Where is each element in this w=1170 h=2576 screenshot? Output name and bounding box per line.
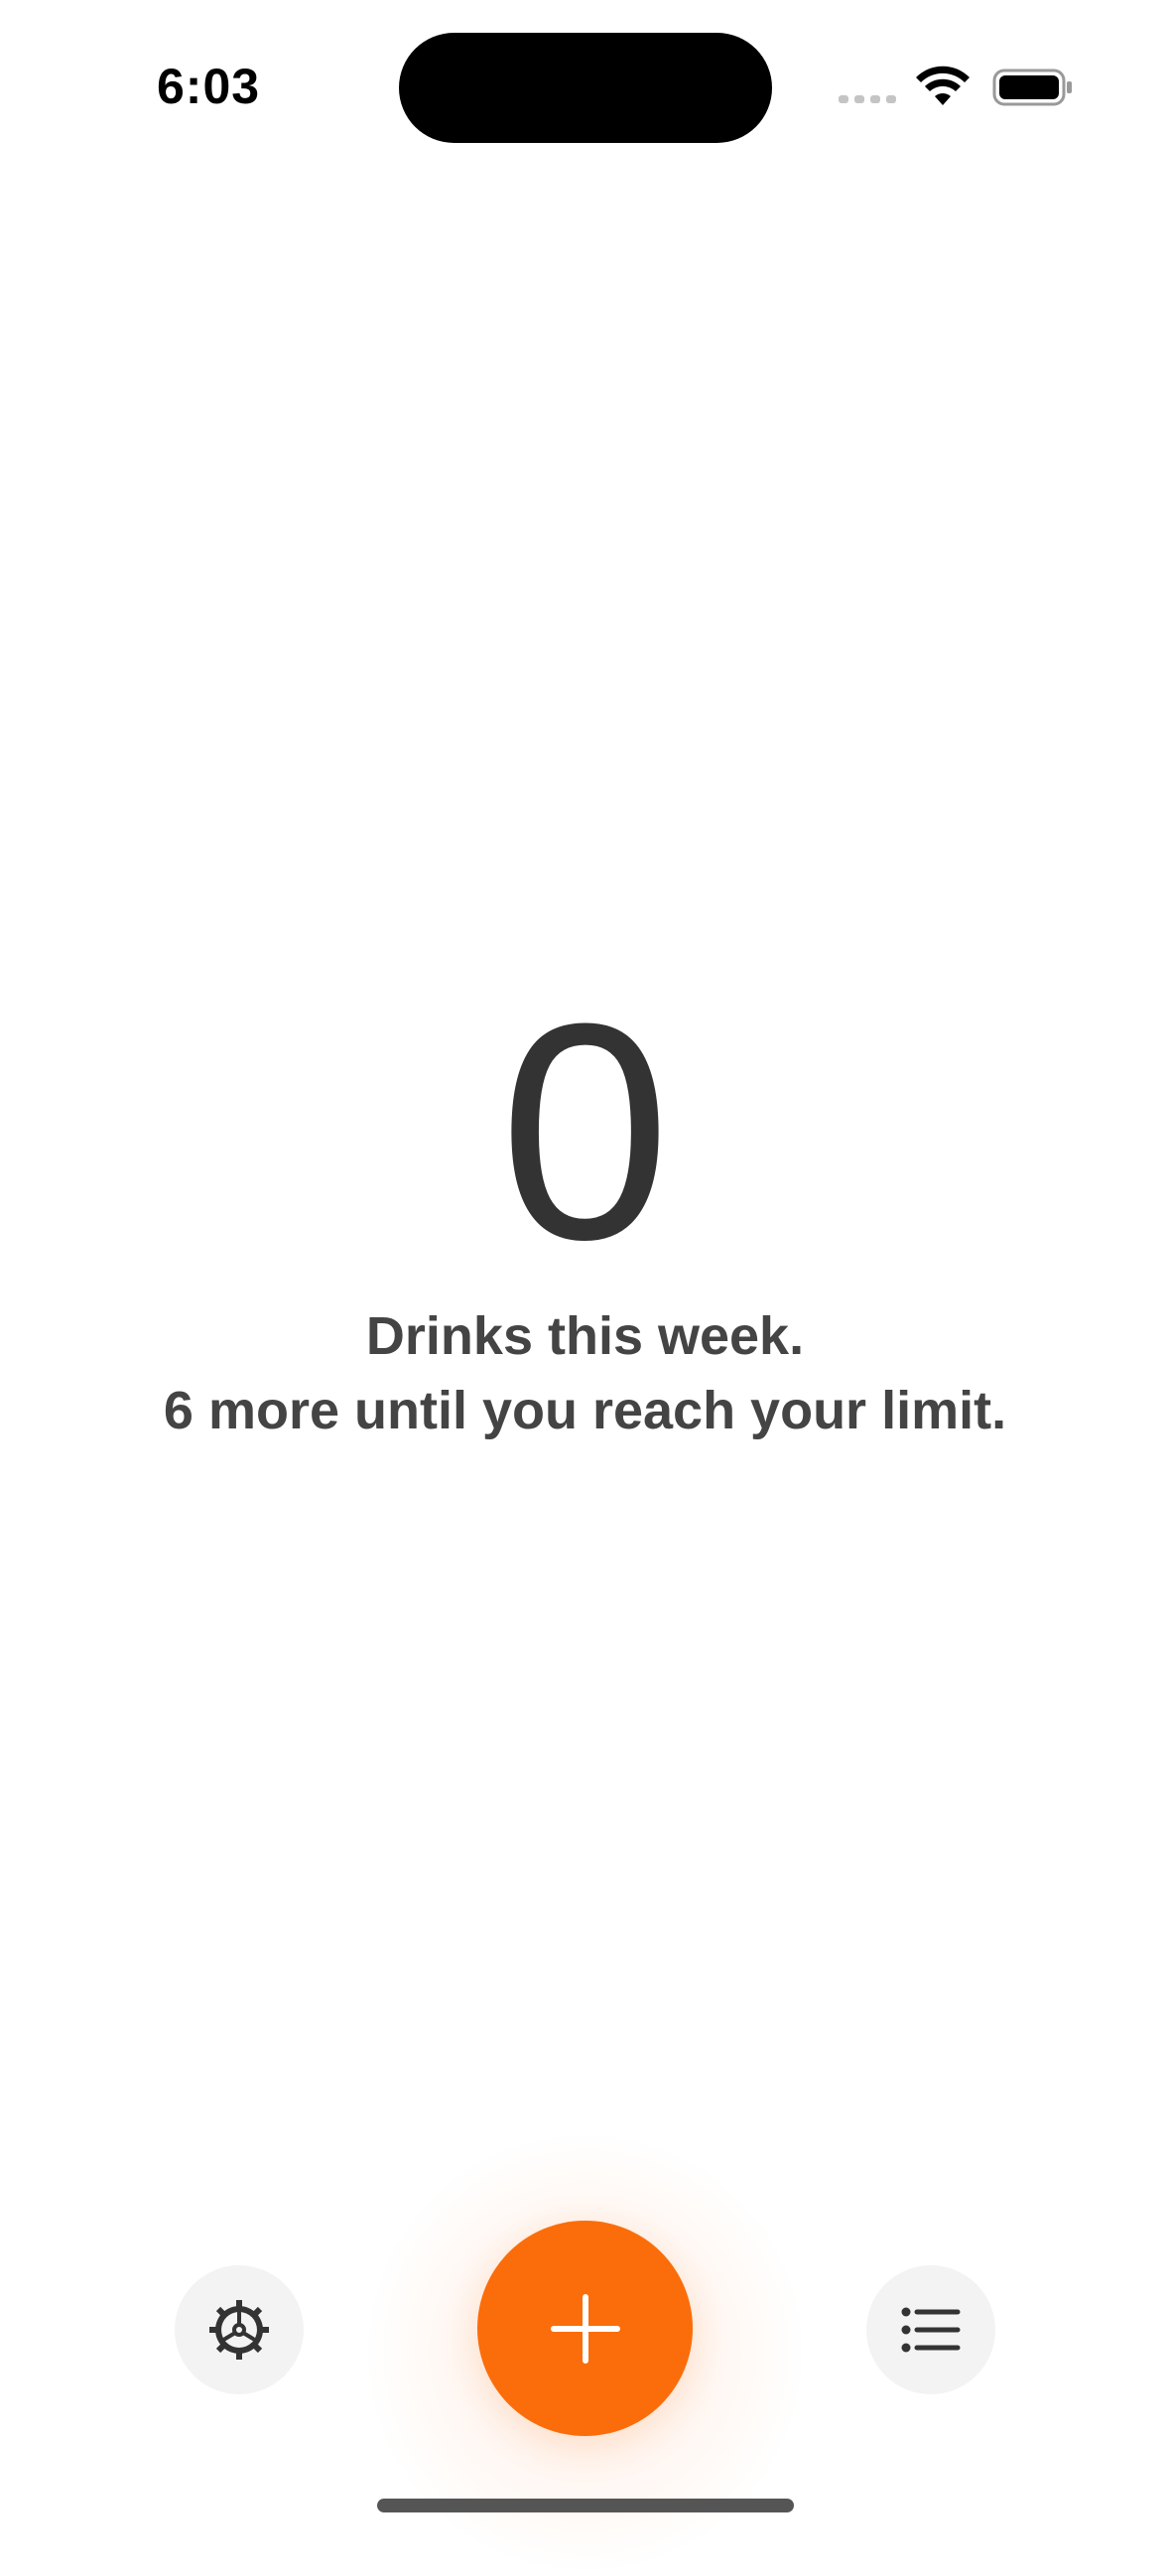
status-bar: 6:03 xyxy=(0,0,1170,169)
home-indicator[interactable] xyxy=(377,2499,794,2512)
plus-icon xyxy=(550,2293,620,2364)
drinks-this-week-label: Drinks this week. xyxy=(365,1306,805,1366)
wifi-icon xyxy=(916,66,970,105)
history-list-button[interactable] xyxy=(866,2265,995,2394)
remaining-until-limit-label: 6 more until you reach your limit. xyxy=(163,1381,1007,1440)
gear-icon xyxy=(209,2300,269,2360)
settings-button[interactable] xyxy=(175,2265,304,2394)
list-icon xyxy=(901,2307,961,2353)
weekly-drink-count: 0 xyxy=(499,959,671,1303)
battery-icon xyxy=(992,68,1072,106)
status-time: 6:03 xyxy=(157,59,261,114)
cellular-signal-icon xyxy=(839,95,896,103)
add-drink-button[interactable] xyxy=(477,2221,693,2436)
dynamic-island xyxy=(399,33,772,143)
